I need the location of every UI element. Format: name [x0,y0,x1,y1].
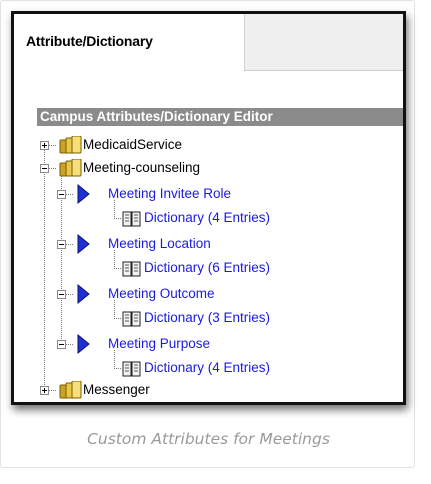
collapse-toggle[interactable] [57,290,66,299]
attribute-meeting-purpose[interactable]: Meeting Purpose [108,336,210,351]
collapse-toggle[interactable] [57,240,66,249]
attribute-arrow-icon [77,334,90,354]
expand-toggle[interactable] [40,386,49,395]
dictionary-book-icon [122,261,141,277]
tree-item-medicaidservice[interactable]: MedicaidService [83,137,182,152]
attribute-arrow-icon [77,284,90,304]
dictionary-link[interactable]: Dictionary (4 Entries) [144,210,270,225]
tree-item-messenger[interactable]: Messenger [83,382,150,397]
expand-toggle[interactable] [40,141,49,150]
attribute-group-icon [59,159,82,177]
attribute-meeting-location[interactable]: Meeting Location [108,236,211,251]
screenshot-frame: Attribute/Dictionary Campus Attributes/D… [11,11,406,405]
dictionary-link[interactable]: Dictionary (6 Entries) [144,260,270,275]
attribute-group-icon [59,136,82,154]
dictionary-link[interactable]: Dictionary (3 Entries) [144,310,270,325]
dictionary-book-icon [122,361,141,377]
attribute-arrow-icon [77,234,90,254]
dictionary-book-icon [122,211,141,227]
dictionary-book-icon [122,311,141,327]
figure-caption: Custom Attributes for Meetings [87,430,330,448]
attribute-tree: MedicaidService Meeting-counseling Meeti… [14,14,403,402]
collapse-toggle[interactable] [57,190,66,199]
tree-item-meeting-counseling[interactable]: Meeting-counseling [83,160,200,175]
attribute-group-icon [59,381,82,399]
collapse-toggle[interactable] [40,164,49,173]
attribute-arrow-icon [77,184,90,204]
attribute-meeting-invitee-role[interactable]: Meeting Invitee Role [108,186,231,201]
attribute-meeting-outcome[interactable]: Meeting Outcome [108,286,215,301]
dictionary-link[interactable]: Dictionary (4 Entries) [144,360,270,375]
figure-card: Attribute/Dictionary Campus Attributes/D… [0,0,415,468]
collapse-toggle[interactable] [57,340,66,349]
